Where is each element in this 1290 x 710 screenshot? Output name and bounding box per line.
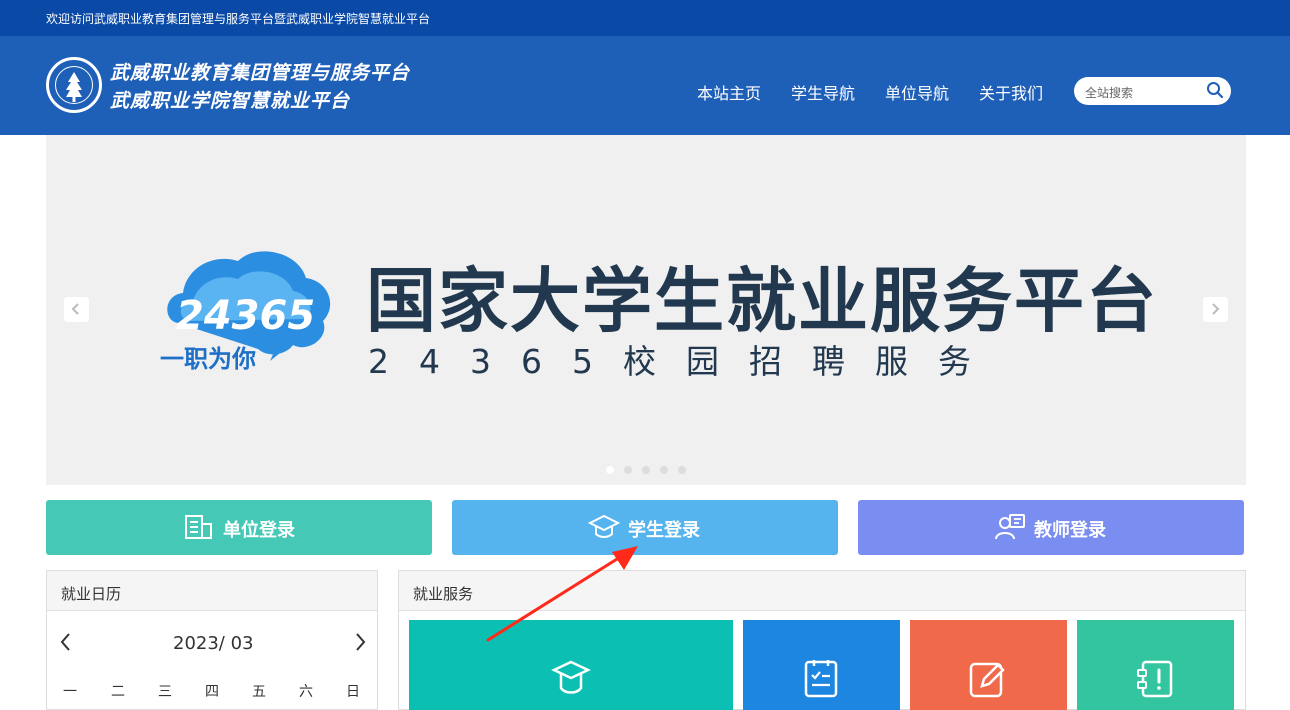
chevron-left-icon: [71, 303, 79, 315]
weekday-label: 二: [111, 684, 125, 700]
calendar-title: 就业日历: [61, 585, 122, 603]
teacher-login-button[interactable]: 教师登录: [858, 500, 1244, 555]
weekday-label: 一: [63, 684, 77, 700]
carousel-next-button[interactable]: [1203, 297, 1228, 322]
chevron-right-icon: [1212, 303, 1220, 315]
red-arrow-annotation: [486, 546, 638, 642]
search-box[interactable]: 全站搜索: [1074, 77, 1231, 105]
weekday-label: 四: [205, 684, 219, 700]
service-tile-checklist[interactable]: [1077, 620, 1234, 710]
site-header: 武威职业教育集团管理与服务平台 武威职业学院智慧就业平台 本站主页 学生导航 单…: [0, 36, 1290, 135]
edit-icon: [969, 662, 1005, 698]
banner-subtitle: 24365校园招聘服务: [368, 342, 1001, 381]
graduation-cap-icon: [588, 514, 620, 538]
cloud-logo-number: 24365: [176, 293, 315, 339]
teacher-icon: [995, 514, 1025, 540]
school-logo[interactable]: [46, 57, 102, 113]
search-icon[interactable]: [1206, 81, 1224, 99]
employer-login-button[interactable]: 单位登录: [46, 500, 432, 555]
top-bar: 欢迎访问武威职业教育集团管理与服务平台暨武威职业学院智慧就业平台: [0, 0, 1290, 36]
graduation-cap-icon: [551, 660, 591, 694]
calendar-month: 2023/ 03: [173, 633, 254, 654]
site-title-line1: 武威职业教育集团管理与服务平台: [110, 62, 411, 84]
site-title-line2: 武威职业学院智慧就业平台: [110, 90, 351, 112]
nav-student[interactable]: 学生导航: [791, 80, 855, 104]
teacher-login-label: 教师登录: [1034, 520, 1106, 541]
carousel-dot[interactable]: [642, 466, 650, 474]
carousel-dot[interactable]: [606, 466, 614, 474]
calendar-prev-month-icon[interactable]: [59, 631, 73, 653]
clipboard-list-icon: [804, 660, 838, 698]
carousel-dot[interactable]: [660, 466, 668, 474]
banner-carousel: 24365 一职为你 国家大学生就业服务平台 24365校园招聘服务: [46, 135, 1246, 485]
banner-title: 国家大学生就业服务平台: [366, 260, 1158, 342]
welcome-text: 欢迎访问武威职业教育集团管理与服务平台暨武威职业学院智慧就业平台: [46, 12, 431, 26]
nav-about[interactable]: 关于我们: [979, 80, 1043, 104]
weekday-label: 五: [252, 684, 266, 700]
service-tile-edit[interactable]: [910, 620, 1067, 710]
search-input[interactable]: 全站搜索: [1085, 84, 1133, 101]
carousel-dot[interactable]: [624, 466, 632, 474]
cloud-logo-slogan: 一职为你: [160, 345, 256, 373]
carousel-dot[interactable]: [678, 466, 686, 474]
carousel-indicators[interactable]: [606, 459, 696, 478]
weekday-label: 日: [346, 684, 360, 700]
weekday-label: 六: [299, 684, 313, 700]
carousel-prev-button[interactable]: [64, 297, 89, 322]
student-login-label: 学生登录: [628, 520, 700, 541]
services-title: 就业服务: [413, 585, 474, 603]
service-tile-list[interactable]: [743, 620, 900, 710]
building-icon: [185, 515, 212, 539]
nav-home[interactable]: 本站主页: [697, 80, 761, 104]
logo-tree-icon: [66, 72, 82, 102]
calendar-next-month-icon[interactable]: [353, 631, 367, 653]
checklist-icon: [1137, 660, 1173, 698]
career-calendar-panel: 就业日历 2023/ 03 一 二 三 四 五 六 日: [46, 570, 378, 710]
calendar-header: 就业日历: [47, 571, 377, 611]
weekday-label: 三: [158, 684, 172, 700]
nav-employer[interactable]: 单位导航: [885, 80, 949, 104]
cloud-logo-icon: 24365 一职为你: [160, 251, 331, 373]
employer-login-label: 单位登录: [223, 520, 295, 541]
